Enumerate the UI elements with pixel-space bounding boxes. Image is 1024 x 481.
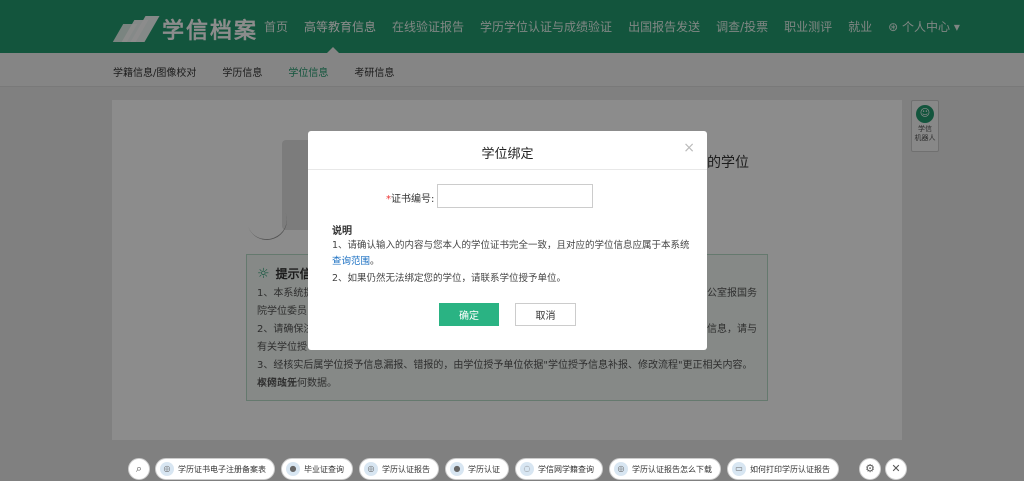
bottom-search-toolbar: ⌕ ◎ 学历证书电子注册备案表 ● 毕业证查询 ◎ 学历认证报告 ● 学历认证 ◌ 学信网… <box>0 453 1024 481</box>
chip-label: 学信网学籍查询 <box>538 464 594 474</box>
chip-label: 学历认证 <box>468 464 500 474</box>
description-heading: 说明 <box>332 226 352 237</box>
dialog-divider <box>308 169 707 170</box>
quick-search-chip[interactable]: ◎ 学历证书电子注册备案表 <box>155 458 275 480</box>
chip-icon: ● <box>286 462 300 476</box>
quick-search-chip[interactable]: ▭ 如何打印学历认证报告 <box>727 458 839 480</box>
chip-icon: ◎ <box>364 462 378 476</box>
quick-search-chip[interactable]: ◎ 学历认证报告 <box>359 458 439 480</box>
confirm-button[interactable]: 确定 <box>439 303 499 326</box>
dialog-title: 学位绑定 <box>481 147 534 162</box>
certificate-number-input[interactable] <box>437 184 593 208</box>
chip-label: 毕业证查询 <box>304 464 344 474</box>
close-icon[interactable]: × <box>683 140 695 156</box>
chip-icon: ◌ <box>520 462 534 476</box>
quick-search-chips: ◎ 学历证书电子注册备案表 ● 毕业证查询 ◎ 学历认证报告 ● 学历认证 ◌ 学信网学籍… <box>155 458 839 480</box>
chip-label: 学历认证报告 <box>382 464 430 474</box>
description-line-2: 2、如果仍然无法绑定您的学位，请联系学位授予单位。 <box>332 273 567 284</box>
degree-binding-dialog: 学位绑定 × *证书编号: 说明 1、请确认输入的内容与您本人的学位证书完全一致… <box>308 131 707 350</box>
query-scope-link-text[interactable]: 查询范围 <box>332 256 370 267</box>
search-icon[interactable]: ⌕ <box>128 458 150 480</box>
cancel-button[interactable]: 取消 <box>515 303 576 326</box>
query-scope-link-suffix: 。 <box>370 256 380 267</box>
chip-icon: ◎ <box>614 462 628 476</box>
certificate-number-label-text: 证书编号: <box>391 194 435 205</box>
close-icon[interactable]: ✕ <box>885 458 907 480</box>
quick-search-chip[interactable]: ◎ 学历认证报告怎么下载 <box>609 458 721 480</box>
quick-search-chip[interactable]: ● 毕业证查询 <box>281 458 353 480</box>
quick-search-chip[interactable]: ◌ 学信网学籍查询 <box>515 458 603 480</box>
gear-icon[interactable]: ⚙ <box>859 458 881 480</box>
chip-icon: ▭ <box>732 462 746 476</box>
chip-label: 学历认证报告怎么下载 <box>632 464 712 474</box>
chip-label: 如何打印学历认证报告 <box>750 464 830 474</box>
chip-label: 学历证书电子注册备案表 <box>178 464 266 474</box>
chip-icon: ◎ <box>160 462 174 476</box>
certificate-number-label: *证书编号: <box>386 190 434 205</box>
query-scope-link[interactable]: 查询范围。 <box>332 253 380 267</box>
quick-search-chip[interactable]: ● 学历认证 <box>445 458 509 480</box>
description-line-1: 1、请确认输入的内容与您本人的学位证书完全一致，且对应的学位信息应属于本系统 <box>332 240 690 251</box>
chip-icon: ● <box>450 462 464 476</box>
